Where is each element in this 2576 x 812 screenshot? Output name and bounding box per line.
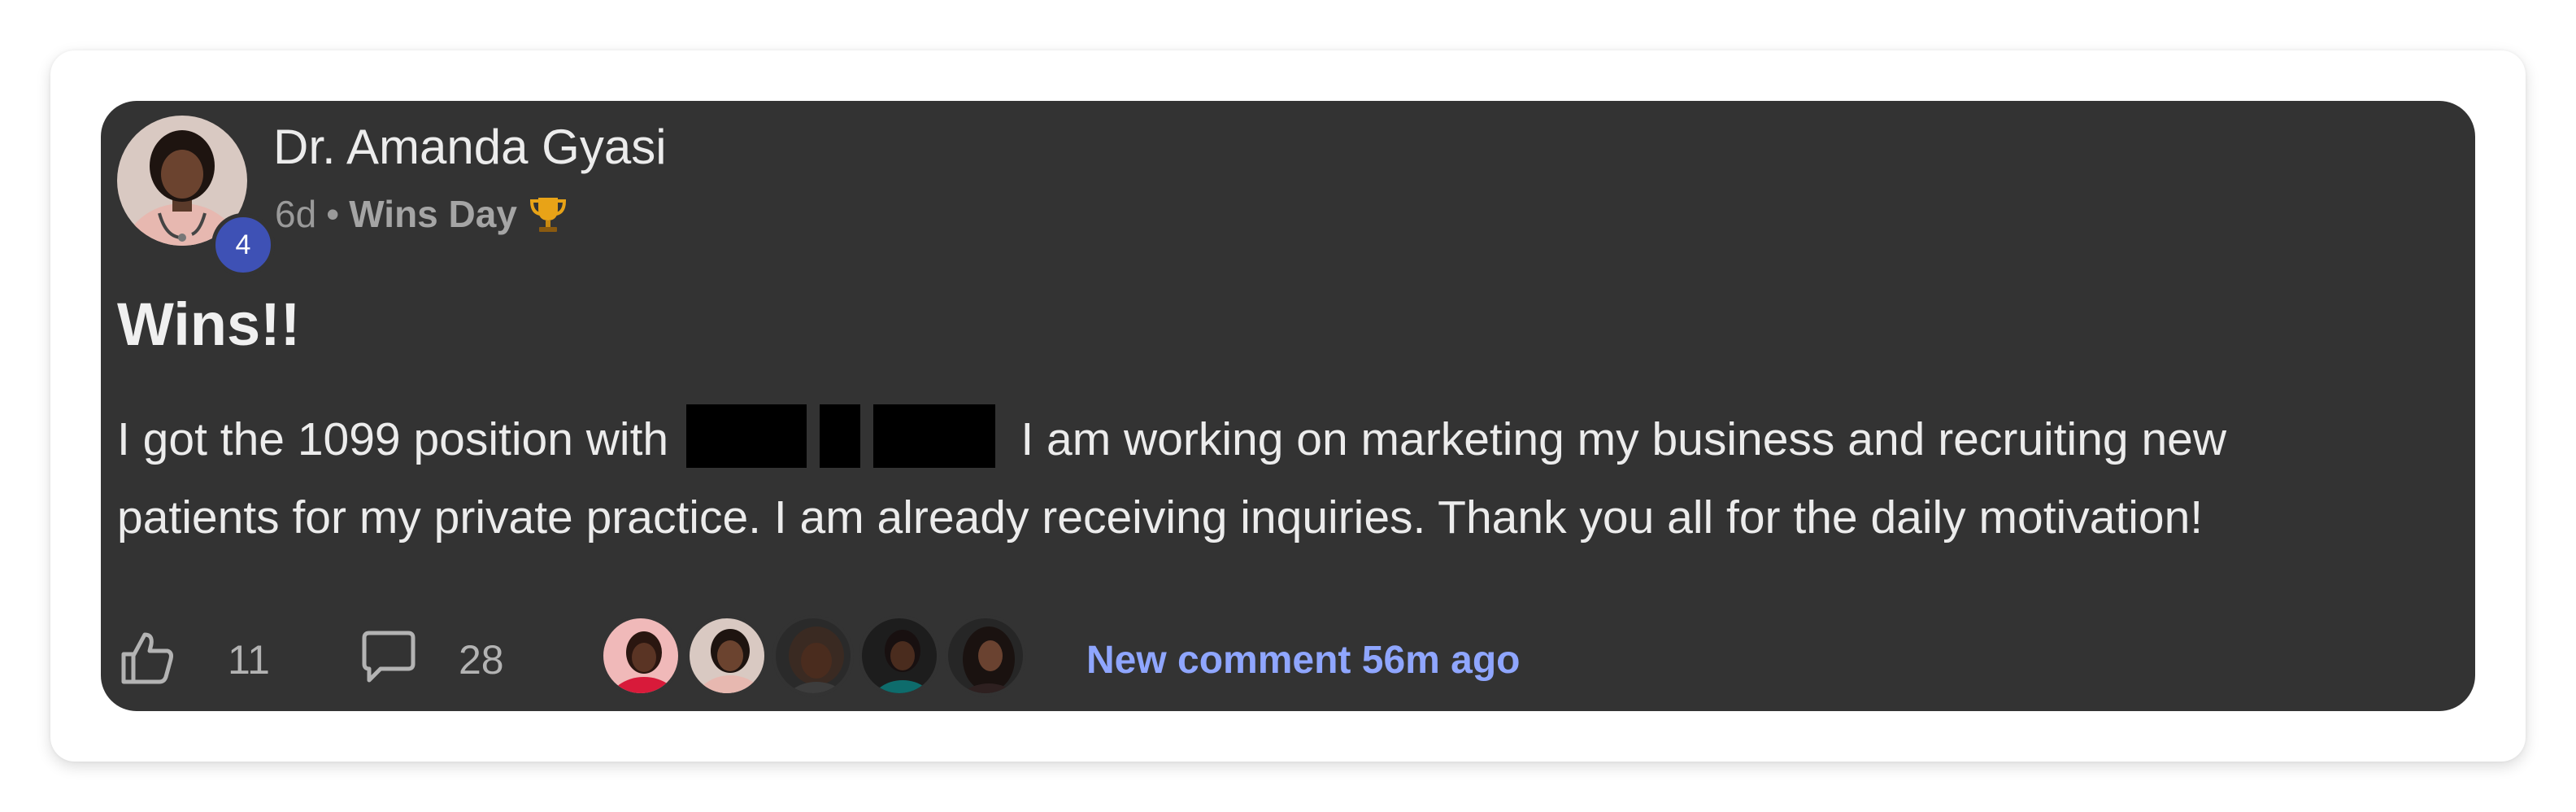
redacted-block <box>872 404 995 468</box>
like-count[interactable]: 11 <box>228 636 270 683</box>
meta-separator: • <box>326 193 340 235</box>
new-comment-link[interactable]: New comment 56m ago <box>1086 638 1520 683</box>
post-body-line: I got the 1099 position with I am workin… <box>117 400 2467 478</box>
level-badge: 4 <box>211 213 275 277</box>
post-footer: 11 28 New comment 56m ago <box>117 613 2459 703</box>
commenter-avatar[interactable] <box>859 615 940 696</box>
post-body-text: I got the 1099 position with <box>117 413 669 465</box>
post-body-line: patients for my private practice. I am a… <box>117 478 2467 557</box>
thumbs-up-icon[interactable] <box>117 628 177 688</box>
post-time[interactable]: 6d <box>275 192 316 236</box>
author-avatar-wrapper[interactable]: 4 <box>117 116 275 277</box>
post-meta: 6d • Wins Day <box>275 192 569 236</box>
redacted-block <box>685 404 807 468</box>
commenter-avatar[interactable] <box>772 615 854 696</box>
redacted-block <box>819 404 860 468</box>
post-title[interactable]: Wins!! <box>117 290 300 359</box>
post-body[interactable]: I got the 1099 position with I am workin… <box>117 400 2467 557</box>
comment-count[interactable]: 28 <box>459 636 504 683</box>
commenter-avatar[interactable] <box>600 615 681 696</box>
commenter-avatar[interactable] <box>686 615 768 696</box>
trophy-icon <box>527 193 569 235</box>
post-body-text: patients for my private practice. I am a… <box>117 491 2204 544</box>
author-name[interactable]: Dr. Amanda Gyasi <box>273 119 667 175</box>
post-category[interactable]: Wins Day <box>349 192 517 236</box>
post-body-text: I am working on marketing my business an… <box>1020 413 2227 465</box>
post-card[interactable]: 4 Dr. Amanda Gyasi 6d • Wins Day Wins!! … <box>101 101 2475 711</box>
commenter-avatar[interactable] <box>945 615 1026 696</box>
comment-icon[interactable] <box>358 628 418 688</box>
